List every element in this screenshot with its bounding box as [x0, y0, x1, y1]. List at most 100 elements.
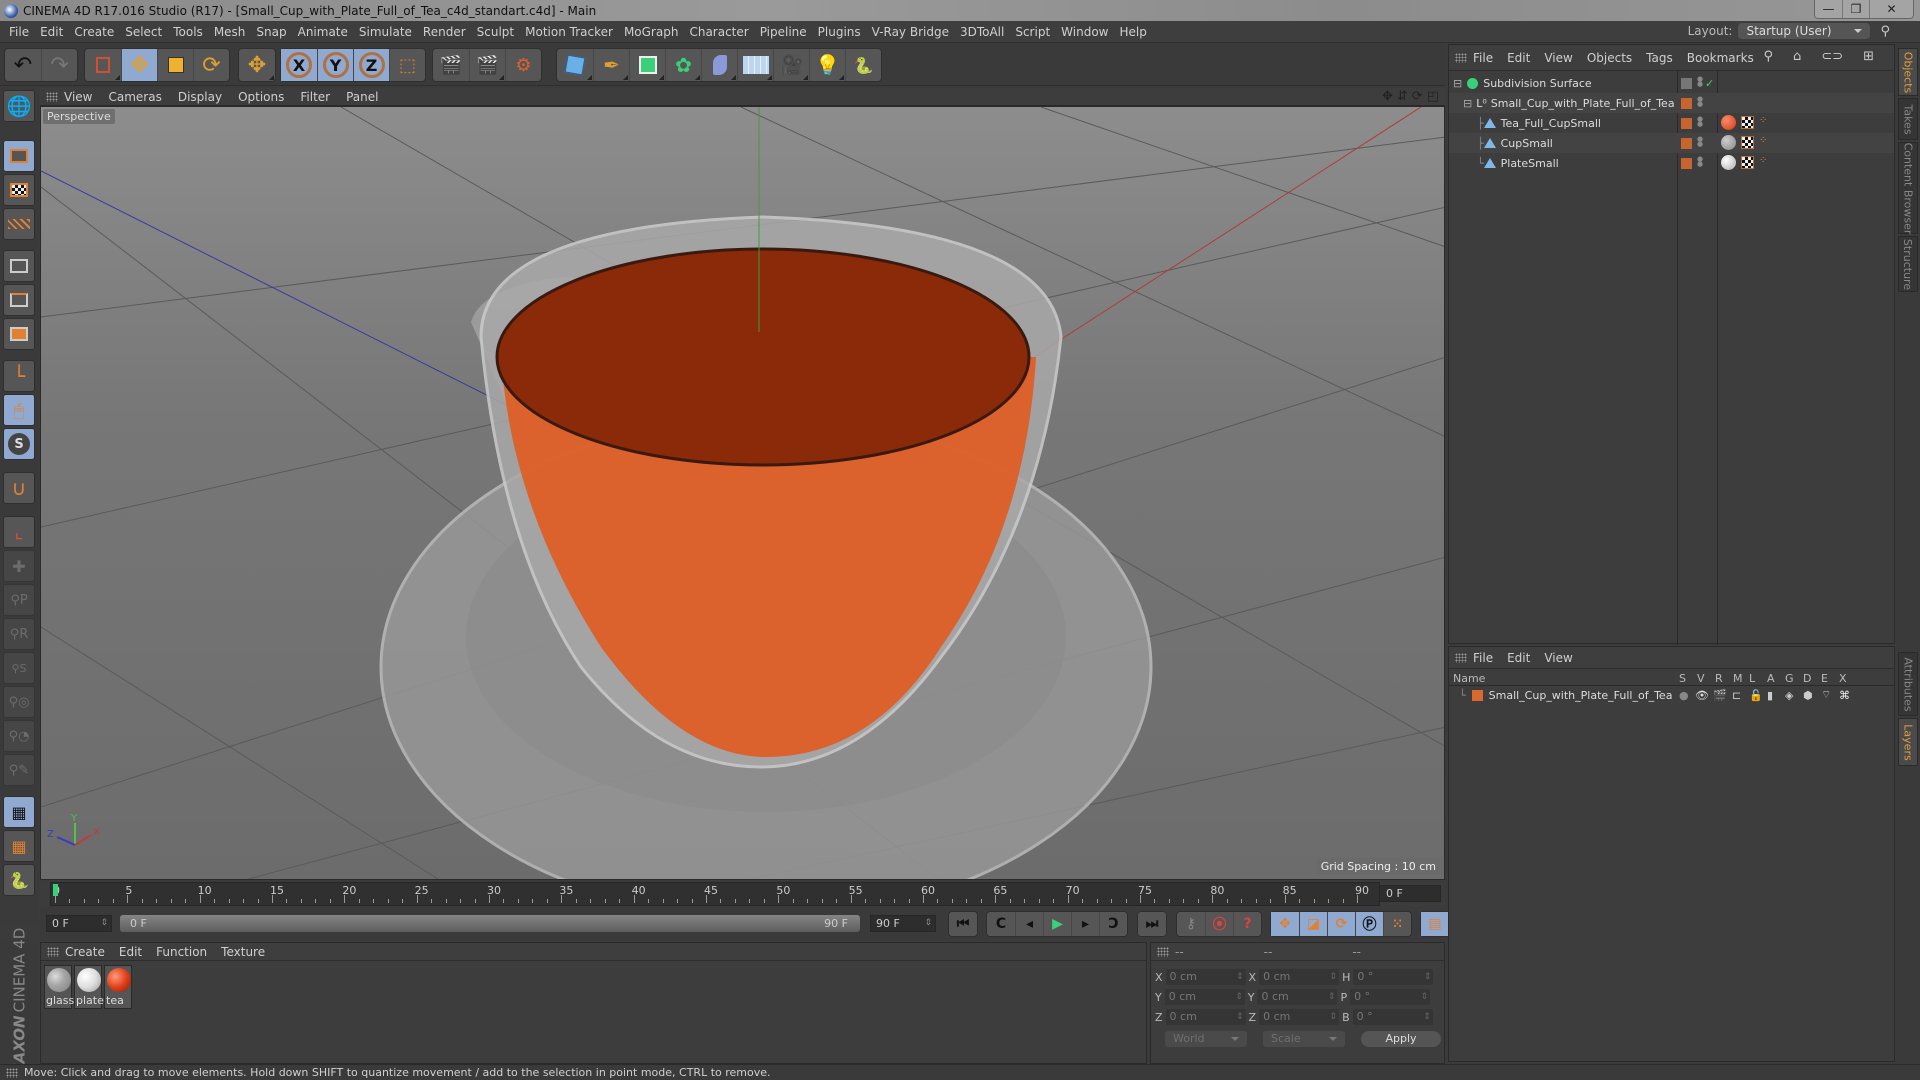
menu-simulate[interactable]: Simulate	[359, 25, 412, 39]
subdivision-surface-button[interactable]	[629, 49, 665, 81]
floor-button[interactable]	[737, 49, 773, 81]
pin-p-button[interactable]: ⚲P	[3, 584, 35, 616]
menu-window[interactable]: Window	[1061, 25, 1108, 39]
lm-menu-view[interactable]: View	[1544, 651, 1572, 665]
generator-icon[interactable]: ◈	[1785, 689, 1793, 702]
panel-grip-icon[interactable]	[47, 946, 59, 957]
panel-grip-icon[interactable]	[1455, 52, 1467, 63]
render-settings-button[interactable]: ⚙	[505, 49, 541, 81]
make-editable-button[interactable]: 🌐	[3, 90, 35, 122]
om-menu-tags[interactable]: Tags	[1646, 51, 1673, 65]
3d-viewport[interactable]: Y X Z Perspective Grid Spacing : 10 cm	[40, 106, 1445, 880]
col-solo[interactable]: S	[1679, 672, 1686, 685]
phong-tag-icon[interactable]: ⁘	[1759, 155, 1767, 166]
lock-workplane-button[interactable]: ▦	[3, 796, 35, 828]
restore-button[interactable]: ❐	[1842, 0, 1869, 18]
pin-time-button[interactable]: ⚲◔	[3, 720, 35, 752]
previous-frame-button[interactable]: ◂	[1015, 912, 1043, 936]
col-manager[interactable]: M	[1733, 672, 1743, 685]
pen-spline-button[interactable]: ✒	[593, 49, 629, 81]
timeline-window-button[interactable]: ▤	[1421, 912, 1449, 936]
menu-script[interactable]: Script	[1015, 25, 1050, 39]
new-view-icon[interactable]: ⊞	[1863, 49, 1874, 64]
tab-attributes[interactable]: Attributes	[1898, 652, 1918, 716]
deformer-button[interactable]	[701, 49, 737, 81]
workplane-mode-button[interactable]	[3, 208, 35, 240]
layer-color-swatch[interactable]	[1681, 137, 1692, 149]
hierarchy-icon[interactable]: ⊏	[1732, 689, 1741, 702]
visibility-dots[interactable]: ● ●	[1697, 96, 1703, 108]
home-icon[interactable]: ⌂	[1793, 49, 1801, 64]
visibility-dots[interactable]: ● ●	[1697, 156, 1703, 168]
col-xref[interactable]: X	[1839, 672, 1847, 685]
xref-icon[interactable]: ⌘	[1839, 689, 1850, 702]
tab-layers[interactable]: Layers	[1898, 718, 1918, 766]
model-mode-button[interactable]	[3, 140, 35, 172]
next-frame-button[interactable]: ▸	[1071, 912, 1099, 936]
plate-material-tag-icon[interactable]	[1721, 155, 1736, 170]
object-row-tea-full-cupsmall[interactable]: ├ Tea_Full_CupSmall ● ● ⁘	[1449, 113, 1894, 133]
viewport-menu-filter[interactable]: Filter	[300, 90, 330, 104]
col-animation[interactable]: A	[1767, 672, 1775, 685]
redo-button[interactable]: ↷	[41, 49, 77, 81]
apply-button[interactable]: Apply	[1361, 1031, 1441, 1047]
coordinate-system-dropdown[interactable]: World	[1165, 1031, 1247, 1047]
cloner-button[interactable]: ✿	[665, 49, 701, 81]
tweak-mode-button[interactable]: 🖱	[3, 394, 35, 426]
om-menu-edit[interactable]: Edit	[1507, 51, 1530, 65]
om-menu-bookmarks[interactable]: Bookmarks	[1687, 51, 1754, 65]
pos-z-field[interactable]: 0 cm	[1165, 1009, 1246, 1025]
lock-icon[interactable]: 🔓	[1749, 689, 1763, 702]
material-menu-function[interactable]: Function	[156, 945, 207, 959]
layer-swatch-empty[interactable]	[1681, 77, 1692, 89]
panel-grip-icon[interactable]	[1157, 946, 1169, 957]
rot-p-field[interactable]: 0 °	[1350, 989, 1431, 1005]
menu-character[interactable]: Character	[689, 25, 748, 39]
phong-tag-icon[interactable]: ⁘	[1759, 135, 1767, 146]
coordinate-system-button[interactable]: ⬚	[389, 49, 425, 81]
undo-button[interactable]: ↶	[5, 49, 41, 81]
menu-3dtoall[interactable]: 3DToAll	[960, 25, 1004, 39]
size-y-field[interactable]: 0 cm	[1257, 989, 1338, 1005]
pos-y-field[interactable]: 0 cm	[1164, 989, 1245, 1005]
solo-dot-icon[interactable]: ●	[1679, 689, 1689, 702]
menu-create[interactable]: Create	[74, 25, 114, 39]
size-z-field[interactable]: 0 cm	[1259, 1009, 1340, 1025]
maximize-view-icon[interactable]: ◰	[1427, 89, 1439, 104]
menu-pipeline[interactable]: Pipeline	[760, 25, 807, 39]
tab-structure[interactable]: Structure	[1898, 236, 1918, 292]
object-row-platesmall[interactable]: └ PlateSmall ● ● ⁘	[1449, 153, 1894, 173]
layer-row[interactable]: └ Small_Cup_with_Plate_Full_of_Tea ● 👁 🎬…	[1449, 687, 1894, 703]
workplane-rotate-button[interactable]: ▦	[3, 830, 35, 862]
pin-target-button[interactable]: ⚲◎	[3, 686, 35, 718]
layer-color-swatch[interactable]	[1681, 97, 1692, 109]
current-frame-field[interactable]: 0 F	[1379, 885, 1441, 902]
timeline-ruler[interactable]: 051015202530354045505560657075808590	[50, 882, 1380, 906]
search-icon[interactable]: ⚲	[1880, 24, 1890, 39]
menu-tools[interactable]: Tools	[173, 25, 203, 39]
goto-end-button[interactable]: ⏭	[1138, 912, 1166, 936]
menu-file[interactable]: File	[9, 25, 29, 39]
om-menu-view[interactable]: View	[1544, 51, 1572, 65]
playhead[interactable]	[53, 884, 58, 896]
key-scale-button[interactable]: ◪	[1299, 912, 1327, 936]
python-button[interactable]: 🐍	[845, 49, 881, 81]
key-position-button[interactable]: ✥	[1271, 912, 1299, 936]
object-row-cupsmall[interactable]: ├ CupSmall ● ● ⁘	[1449, 133, 1894, 153]
enabled-checkmark-icon[interactable]: ✓	[1705, 77, 1714, 90]
material-menu-create[interactable]: Create	[65, 945, 105, 959]
texture-mode-button[interactable]	[3, 174, 35, 206]
y-axis-lock-button[interactable]: Y	[317, 49, 353, 81]
points-mode-button[interactable]	[3, 250, 35, 282]
om-menu-file[interactable]: File	[1473, 51, 1493, 65]
material-tea[interactable]: tea	[104, 965, 132, 1009]
search-icon[interactable]: ⚲	[1764, 49, 1774, 64]
film-icon[interactable]: ▮	[1767, 689, 1773, 702]
play-button[interactable]: ▶	[1043, 912, 1071, 936]
visibility-dots[interactable]: ● ●	[1697, 136, 1703, 148]
om-menu-objects[interactable]: Objects	[1587, 51, 1632, 65]
size-mode-dropdown[interactable]: Scale	[1263, 1031, 1345, 1047]
pin-psr-button[interactable]: ⚲S	[3, 652, 35, 684]
menu-help[interactable]: Help	[1119, 25, 1146, 39]
viewport-menu-view[interactable]: View	[64, 90, 92, 104]
